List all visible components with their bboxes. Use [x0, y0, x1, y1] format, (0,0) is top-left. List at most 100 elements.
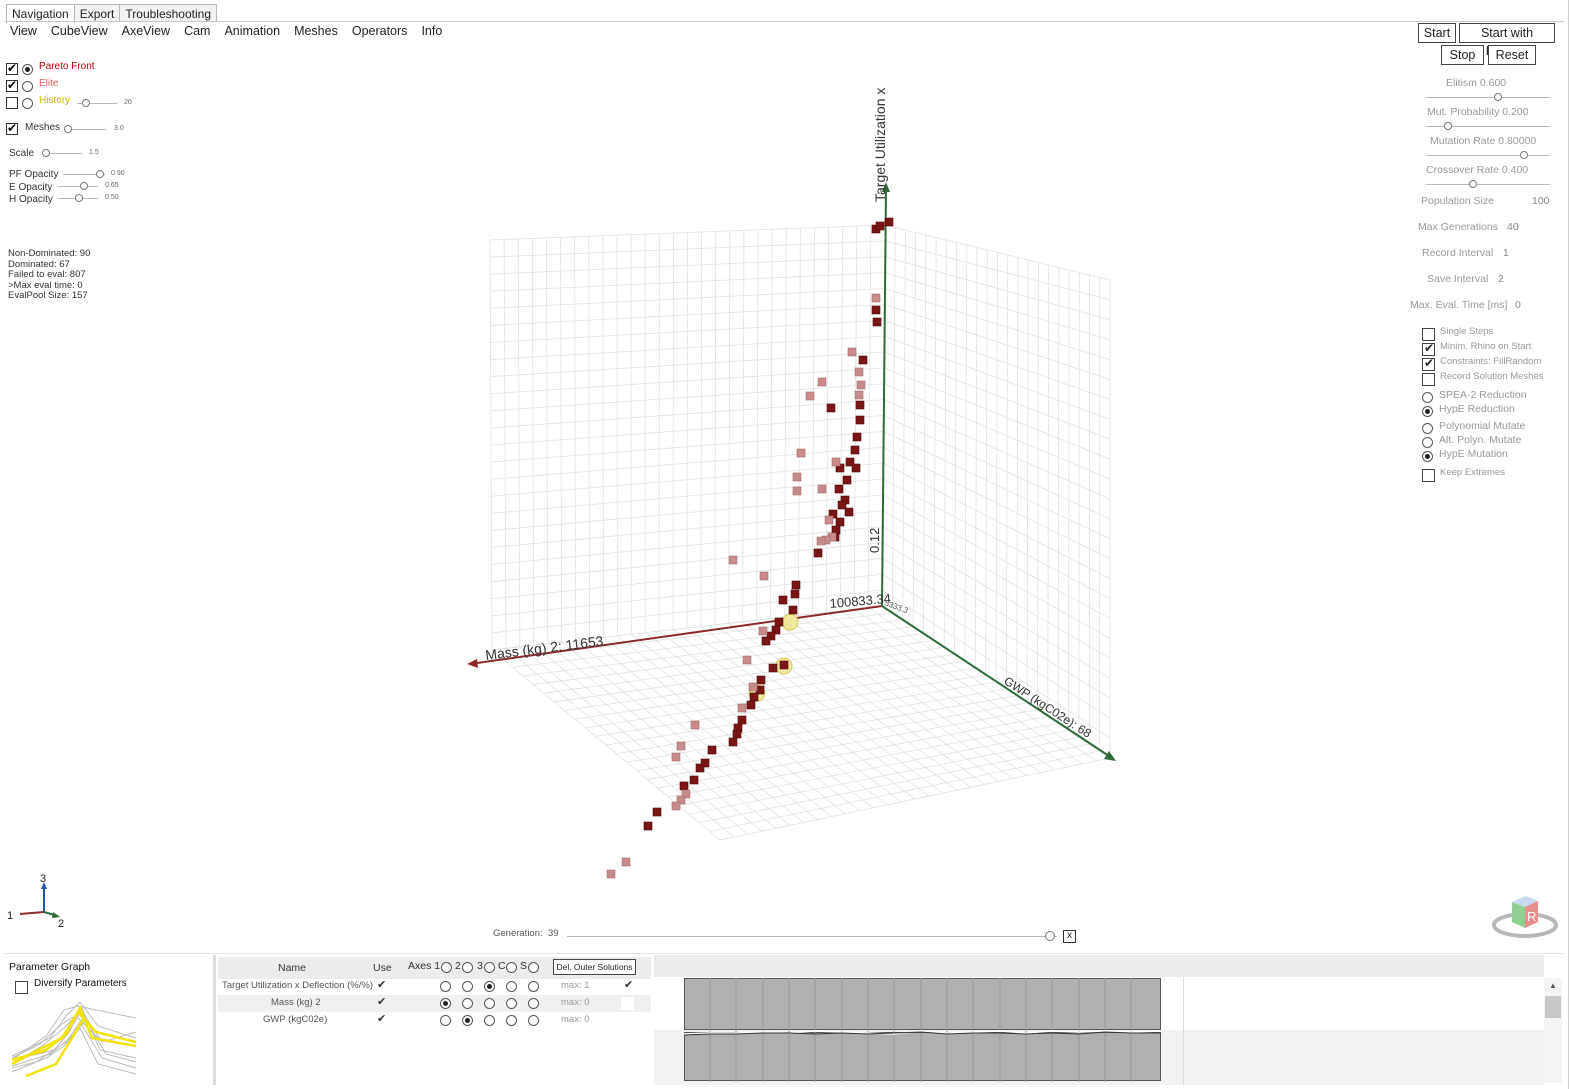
row-extra-check[interactable]: ✔ — [624, 978, 633, 991]
pareto-solution-point[interactable] — [728, 737, 738, 747]
pareto-solution-point[interactable] — [768, 663, 778, 673]
mutation-rate-knob[interactable] — [1520, 151, 1528, 159]
start-button[interactable]: Start — [1418, 23, 1456, 43]
row-radio-axis-3[interactable] — [484, 1015, 495, 1026]
generation-slider-knob[interactable] — [1045, 931, 1055, 941]
elite-solution-point[interactable] — [854, 367, 864, 377]
delete-outer-solutions-button[interactable]: Del. Outer Solutions — [553, 959, 636, 975]
elite-solution-point[interactable] — [728, 555, 738, 565]
pareto-solution-point[interactable] — [774, 617, 784, 627]
row-radio-size[interactable] — [528, 1015, 539, 1026]
view-cube-icon[interactable]: R — [1490, 888, 1560, 940]
pareto-solution-point[interactable] — [813, 548, 823, 558]
elite-solution-point[interactable] — [759, 571, 769, 581]
pareto-solution-point[interactable] — [855, 415, 865, 425]
row-radio-axis-2[interactable] — [462, 998, 473, 1009]
pareto-solution-point[interactable] — [679, 781, 689, 791]
header-radio-2[interactable] — [462, 962, 473, 973]
start-with-presets-button[interactable]: Start with Presets — [1459, 23, 1555, 58]
pareto-solution-point[interactable] — [746, 700, 756, 710]
record-meshes-checkbox[interactable] — [1422, 373, 1435, 386]
elite-solution-point[interactable] — [758, 626, 768, 636]
pareto-solution-point[interactable] — [875, 221, 885, 231]
table-row[interactable]: Target Utilization x Deflection (%/%) ✔ … — [218, 978, 651, 995]
row-radio-size[interactable] — [528, 981, 539, 992]
pareto-solution-point[interactable] — [842, 475, 852, 485]
hype-mutation-radio[interactable] — [1422, 451, 1433, 462]
row-radio-axis-1[interactable] — [440, 998, 451, 1009]
elitism-knob[interactable] — [1494, 93, 1502, 101]
pareto-solution-point[interactable] — [737, 715, 747, 725]
row-radio-size[interactable] — [528, 998, 539, 1009]
row-radio-axis-3[interactable] — [484, 998, 495, 1009]
pareto-solution-point[interactable] — [790, 589, 800, 599]
max-eval-time-value[interactable]: 0 — [1515, 299, 1521, 311]
elitism-slider[interactable] — [1426, 93, 1550, 101]
pareto-solution-point[interactable] — [826, 403, 836, 413]
polynomial-mutate-radio[interactable] — [1422, 423, 1433, 434]
pareto-solution-point[interactable] — [643, 821, 653, 831]
pareto-solution-point[interactable] — [779, 660, 789, 670]
single-steps-checkbox[interactable] — [1422, 328, 1435, 341]
header-radio-s[interactable] — [528, 962, 539, 973]
pareto-solution-point[interactable] — [858, 355, 868, 365]
spea2-radio[interactable] — [1422, 392, 1433, 403]
elite-solution-point[interactable] — [792, 486, 802, 496]
pareto-3d-plot[interactable]: Mass (kg) 2: 11653 Target Utilization x … — [0, 0, 1569, 1089]
header-radio-3[interactable] — [484, 962, 495, 973]
elite-solution-point[interactable] — [847, 347, 857, 357]
pareto-solution-point[interactable] — [791, 580, 801, 590]
row-radio-color[interactable] — [506, 981, 517, 992]
pareto-solution-point[interactable] — [778, 595, 788, 605]
row-radio-color[interactable] — [506, 1015, 517, 1026]
stop-button[interactable]: Stop — [1441, 45, 1484, 65]
max-generations-value[interactable]: 40 — [1507, 221, 1519, 233]
pareto-solution-point[interactable] — [689, 775, 699, 785]
save-interval-value[interactable]: 2 — [1498, 273, 1504, 285]
generation-slider[interactable] — [567, 931, 1057, 941]
table-row[interactable]: GWP (kgC02e) ✔ max: 0 — [218, 1012, 651, 1029]
elite-solution-point[interactable] — [796, 448, 806, 458]
scroll-up-icon[interactable]: ▲ — [1549, 981, 1557, 990]
elite-solution-point[interactable] — [676, 741, 686, 751]
row-use-check[interactable]: ✔ — [377, 1012, 386, 1025]
pareto-solution-point[interactable] — [850, 445, 860, 455]
pareto-solution-point[interactable] — [761, 636, 771, 646]
row-max[interactable]: max: 0 — [561, 1014, 590, 1025]
mutation-rate-slider[interactable] — [1426, 151, 1550, 159]
elite-solution-point[interactable] — [742, 655, 752, 665]
pareto-solution-point[interactable] — [844, 507, 854, 517]
scrollbar-thumb[interactable] — [1545, 996, 1561, 1018]
header-radio-c[interactable] — [506, 962, 517, 973]
elite-solution-point[interactable] — [871, 293, 881, 303]
crossover-rate-slider[interactable] — [1426, 180, 1550, 188]
row-max[interactable]: max: 1 — [561, 980, 590, 991]
highlighted-solution[interactable] — [781, 613, 799, 631]
pareto-solution-point[interactable] — [749, 692, 759, 702]
row-extra-check-box[interactable] — [621, 997, 634, 1010]
diversify-parameters-checkbox[interactable] — [15, 981, 28, 994]
elite-solution-point[interactable] — [621, 857, 631, 867]
elite-solution-point[interactable] — [856, 380, 866, 390]
pareto-solution-point[interactable] — [695, 763, 705, 773]
pareto-solution-point[interactable] — [756, 675, 766, 685]
pareto-solution-point[interactable] — [852, 432, 862, 442]
header-radio-1[interactable] — [441, 962, 452, 973]
constraints-checkbox[interactable] — [1422, 356, 1435, 371]
pareto-solution-point[interactable] — [707, 745, 717, 755]
elite-solution-point[interactable] — [671, 801, 681, 811]
vertical-scrollbar[interactable]: ▲ — [1544, 978, 1562, 1083]
elite-solution-point[interactable] — [606, 869, 616, 879]
pareto-solution-point[interactable] — [884, 217, 894, 227]
hype-reduction-radio[interactable] — [1422, 406, 1433, 417]
elite-solution-point[interactable] — [737, 703, 747, 713]
elite-solution-point[interactable] — [854, 390, 864, 400]
elite-solution-point[interactable] — [824, 515, 834, 525]
table-row[interactable]: Mass (kg) 2 ✔ max: 0 — [218, 995, 651, 1012]
elite-solution-point[interactable] — [805, 391, 815, 401]
reset-button[interactable]: Reset — [1488, 45, 1536, 65]
row-radio-axis-1[interactable] — [440, 1015, 451, 1026]
mut-probability-slider[interactable] — [1426, 122, 1550, 130]
elite-solution-point[interactable] — [817, 377, 827, 387]
elite-solution-point[interactable] — [690, 720, 700, 730]
